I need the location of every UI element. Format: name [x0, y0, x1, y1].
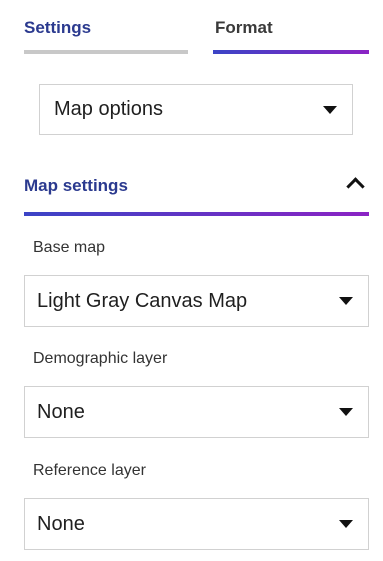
reference-layer-value: None [37, 512, 85, 535]
tab-settings[interactable]: Settings [24, 18, 91, 38]
caret-down-icon [339, 297, 353, 305]
base-map-dropdown[interactable]: Light Gray Canvas Map [24, 275, 369, 327]
tab-format-underline [213, 50, 369, 54]
demographic-layer-dropdown[interactable]: None [24, 386, 369, 438]
caret-down-icon [339, 408, 353, 416]
caret-down-icon [323, 105, 337, 114]
tab-format[interactable]: Format [215, 18, 273, 38]
reference-layer-dropdown[interactable]: None [24, 498, 369, 550]
map-settings-underline [24, 212, 369, 216]
base-map-label: Base map [33, 239, 106, 256]
reference-layer-label: Reference layer [33, 462, 146, 479]
chevron-up-icon[interactable] [346, 177, 365, 196]
map-options-dropdown[interactable]: Map options [39, 84, 353, 135]
base-map-value: Light Gray Canvas Map [37, 289, 248, 312]
demographic-layer-value: None [37, 400, 85, 423]
caret-down-icon [339, 520, 353, 528]
tab-settings-underline [24, 50, 188, 54]
map-options-value: Map options [54, 98, 163, 120]
map-settings-title: Map settings [24, 176, 128, 195]
demographic-layer-label: Demographic layer [33, 350, 168, 367]
